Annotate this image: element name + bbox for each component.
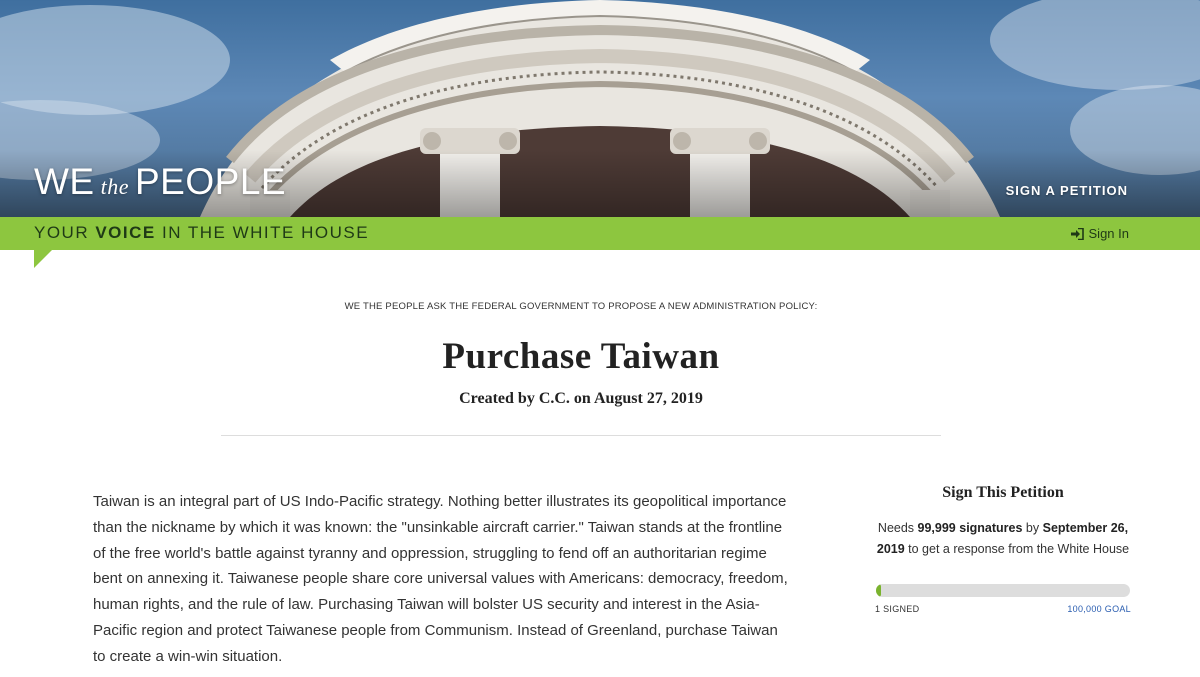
signed-count: 1 SIGNED — [875, 604, 920, 614]
tagline-pre: YOUR — [34, 223, 96, 242]
needs-by: by — [1022, 521, 1043, 535]
hero-header: WE the PEOPLE SIGN A PETITION — [0, 0, 1200, 217]
tagline-notch — [34, 250, 52, 268]
petition-body: Taiwan is an integral part of US Indo-Pa… — [93, 493, 788, 665]
signature-progress-fill — [876, 584, 881, 597]
tagline-bar: YOUR VOICE IN THE WHITE HOUSE Sign In — [0, 217, 1200, 250]
petition-created-by: Created by C.C. on August 27, 2019 — [459, 390, 703, 407]
logo-people: PEOPLE — [135, 161, 287, 202]
progress-labels: 1 SIGNED 100,000 GOAL — [875, 604, 1131, 614]
needs-count: 99,999 signatures — [917, 521, 1023, 535]
tagline: YOUR VOICE IN THE WHITE HOUSE — [34, 223, 369, 243]
sign-a-petition-link[interactable]: SIGN A PETITION — [1006, 183, 1128, 198]
sign-in-icon — [1070, 227, 1084, 240]
sign-this-petition-heading: Sign This Petition — [942, 484, 1064, 501]
needs-pre: Needs — [877, 521, 918, 535]
logo-the: the — [100, 174, 129, 199]
tagline-bold: VOICE — [95, 223, 156, 242]
sign-in-label: Sign In — [1088, 226, 1129, 241]
petition-title: Purchase Taiwan — [442, 336, 720, 377]
signature-progress-bar — [876, 584, 1130, 597]
logo-we: WE — [34, 161, 95, 202]
needs-post: to get a response from the White House — [904, 542, 1130, 556]
goal-count: 100,000 GOAL — [1067, 604, 1131, 614]
petition-ask: WE THE PEOPLE ASK THE FEDERAL GOVERNMENT… — [344, 301, 818, 312]
tagline-post: IN THE WHITE HOUSE — [155, 223, 370, 242]
signatures-needed-text: Needs 99,999 signatures by September 26,… — [875, 518, 1131, 560]
sign-petition-panel: Sign This Petition Needs 99,999 signatur… — [875, 484, 1131, 614]
sign-in-link[interactable]: Sign In — [1070, 226, 1129, 241]
we-the-people-logo[interactable]: WE the PEOPLE — [34, 160, 286, 209]
divider — [221, 435, 941, 436]
